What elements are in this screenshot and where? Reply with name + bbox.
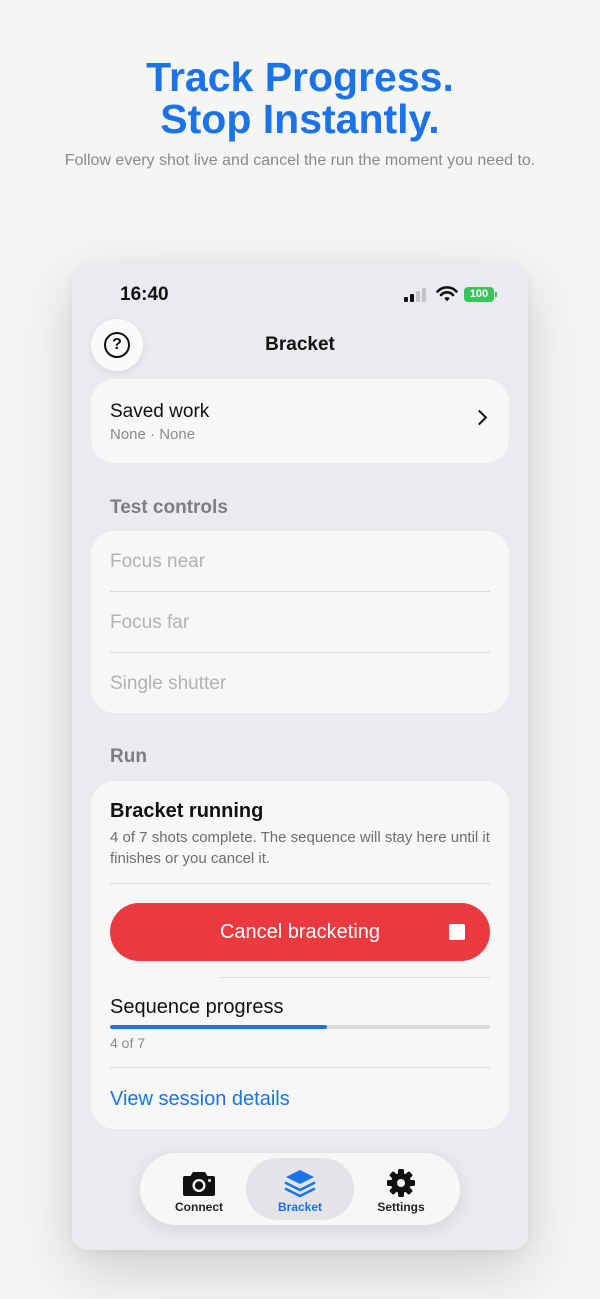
focus-near-button[interactable]: Focus near (110, 531, 490, 592)
cancel-bracketing-label: Cancel bracketing (219, 920, 381, 943)
divider (110, 1067, 490, 1068)
progress-bar (110, 1025, 490, 1029)
promo-title-line2: Stop Instantly. (160, 96, 440, 142)
progress-count: 4 of 7 (110, 1035, 146, 1051)
page-title: Bracket (265, 334, 335, 355)
single-shutter-button[interactable]: Single shutter (110, 653, 490, 714)
promo-title: Track Progress. Stop Instantly. (0, 56, 600, 140)
divider (220, 977, 490, 978)
chevron-right-icon (471, 409, 488, 426)
progress-label: Sequence progress (110, 996, 284, 1018)
focus-far-button[interactable]: Focus far (110, 592, 490, 653)
run-card: Bracket running 4 of 7 shots complete. T… (91, 781, 509, 1129)
stack-icon (283, 1168, 317, 1198)
phone-screen: 16:40 100 ? Bracket Saved work None · No… (72, 264, 528, 1250)
stop-icon (449, 924, 465, 940)
tab-settings[interactable]: Settings (347, 1158, 455, 1220)
tab-settings-label: Settings (377, 1200, 425, 1214)
wifi-icon (436, 286, 458, 302)
tab-bar: Connect Bracket Settings (140, 1153, 460, 1225)
tab-connect-label: Connect (175, 1200, 223, 1214)
test-controls-header: Test controls (110, 497, 228, 518)
status-time: 16:40 (120, 284, 169, 305)
test-controls-card: Focus near Focus far Single shutter (91, 531, 509, 713)
gear-icon (384, 1168, 418, 1198)
progress-bar-fill (110, 1025, 328, 1029)
tab-bracket-label: Bracket (277, 1200, 323, 1214)
saved-work-subtitle: None · None (110, 426, 196, 443)
status-bar: 16:40 100 (72, 264, 528, 324)
cancel-bracketing-button[interactable]: Cancel bracketing (110, 903, 490, 961)
tab-bracket[interactable]: Bracket (246, 1158, 354, 1220)
promo-subtitle: Follow every shot live and cancel the ru… (64, 152, 536, 169)
tab-connect[interactable]: Connect (145, 1158, 253, 1220)
divider (110, 883, 490, 884)
camera-icon (182, 1168, 216, 1198)
saved-work-title: Saved work (110, 401, 210, 422)
run-status-description: 4 of 7 shots complete. The sequence will… (110, 829, 490, 867)
cellular-signal-icon (404, 288, 428, 302)
saved-work-row[interactable]: Saved work None · None (91, 379, 509, 463)
run-header: Run (110, 746, 147, 767)
run-status-title: Bracket running (110, 800, 264, 822)
battery-indicator: 100 (464, 287, 497, 302)
promo-title-line1: Track Progress. (146, 54, 454, 100)
view-session-details-link[interactable]: View session details (110, 1088, 290, 1111)
